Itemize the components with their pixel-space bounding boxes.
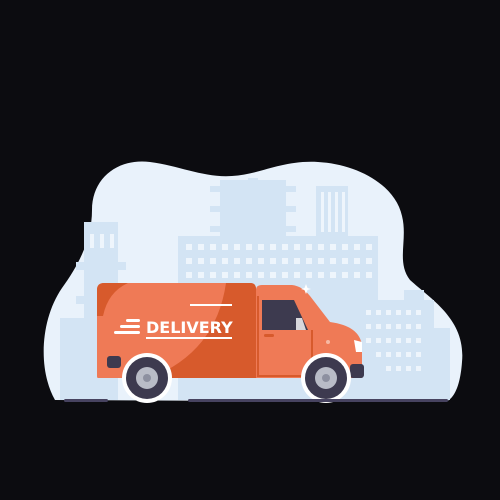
speed-line-3 (114, 331, 140, 334)
van-stripe-top (190, 304, 232, 306)
van-rear-wheel (126, 357, 168, 399)
speed-line-1 (126, 319, 140, 322)
van-rear-bumper (107, 356, 121, 368)
ground-line-left (64, 399, 108, 402)
building-left-low (60, 318, 88, 400)
van-front-wheel (305, 357, 347, 399)
van-door-handle (264, 334, 274, 337)
van-stripe-bottom (146, 337, 232, 339)
van-indicator-light (326, 340, 330, 344)
illustration-canvas: DELIVERY (43, 161, 463, 403)
delivery-illustration: DELIVERY (0, 0, 500, 500)
speed-line-2 (120, 325, 140, 328)
van-front-bumper (350, 364, 364, 378)
ground-line-right (188, 399, 448, 402)
van-delivery-text: DELIVERY (146, 318, 233, 337)
